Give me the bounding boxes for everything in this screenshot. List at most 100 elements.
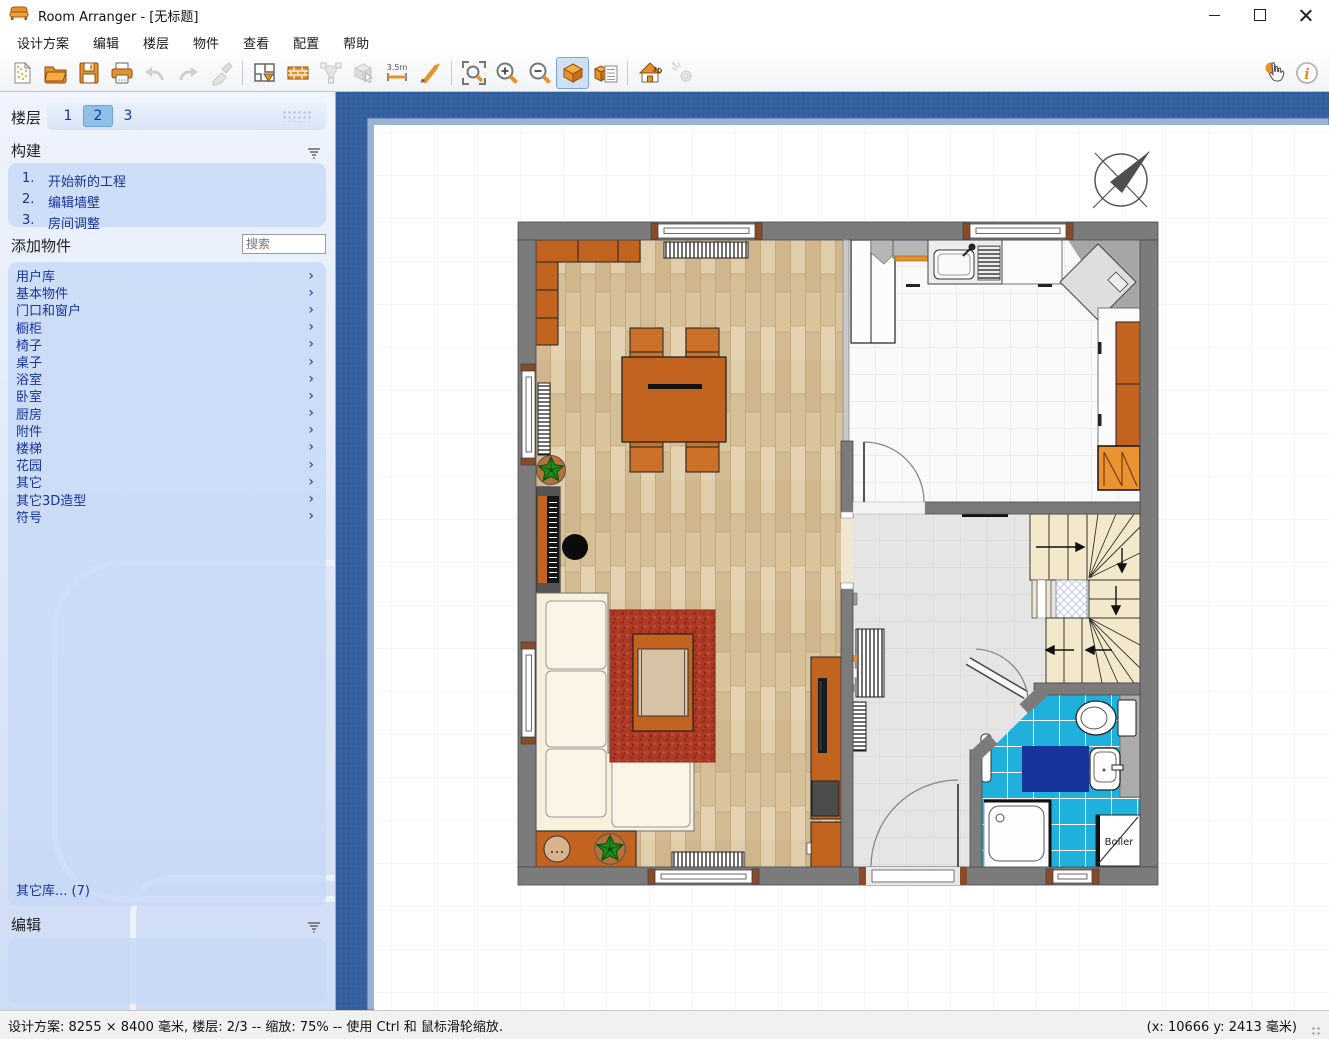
top-radiator[interactable] [664, 242, 748, 258]
close-icon [1300, 9, 1312, 21]
open-button[interactable] [39, 57, 72, 89]
category-item[interactable]: 用户库 [8, 267, 326, 284]
insert-object-button[interactable] [347, 57, 380, 89]
kitchen-sink[interactable] [928, 240, 1002, 284]
view-3d-button[interactable] [556, 57, 589, 89]
build-step-link[interactable]: 2. 编辑墙壁 [8, 191, 326, 212]
tv-cabinet[interactable] [807, 657, 841, 867]
category-item[interactable]: 符号 [8, 508, 326, 525]
edit-points-icon [318, 60, 344, 86]
minimize-button[interactable] [1191, 0, 1237, 30]
explode-view-button[interactable] [666, 57, 699, 89]
category-item[interactable]: 附件 [8, 422, 326, 439]
svg-text:3.5m: 3.5m [386, 63, 407, 72]
category-item[interactable]: 基本物件 [8, 284, 326, 301]
info-button[interactable]: i [1290, 57, 1323, 89]
resize-grip[interactable] [1311, 1026, 1321, 1036]
hall-radiator[interactable] [856, 629, 884, 697]
more-libraries-link[interactable]: 其它库... (7) [16, 880, 90, 899]
redo-button[interactable] [171, 57, 204, 89]
draw-pen-button[interactable] [413, 57, 446, 89]
measure-icon: 3.5m [384, 60, 410, 86]
category-item[interactable]: 椅子 [8, 336, 326, 353]
chevron-right-icon [308, 406, 314, 420]
wash-basin[interactable] [1090, 748, 1123, 790]
maximize-button[interactable] [1237, 0, 1283, 30]
zoom-fit-button[interactable] [457, 57, 490, 89]
format-brush-button[interactable] [204, 57, 237, 89]
category-item[interactable]: 其它 [8, 473, 326, 490]
zoom-in-button[interactable] [490, 57, 523, 89]
menu-item[interactable]: 楼层 [131, 30, 181, 55]
round-side-table[interactable] [562, 534, 588, 560]
edit-walls-button[interactable] [248, 57, 281, 89]
menu-item[interactable]: 编辑 [81, 30, 131, 55]
category-item[interactable]: 厨房 [8, 405, 326, 422]
floor-button[interactable]: 2 [83, 105, 113, 127]
new-design-button[interactable] [6, 57, 39, 89]
hall-ladder-shelf[interactable] [853, 702, 866, 751]
rug-and-coffee-table[interactable] [610, 610, 715, 762]
svg-text:i: i [1304, 65, 1310, 83]
fridge[interactable] [1098, 446, 1140, 490]
floor-button[interactable]: 1 [53, 105, 83, 127]
floor-plan-drawing[interactable]: Boiler [336, 92, 1329, 1010]
category-item[interactable]: 楼梯 [8, 439, 326, 456]
bookshelf[interactable] [537, 487, 560, 592]
undo-button[interactable] [138, 57, 171, 89]
explode-view-icon [670, 60, 696, 86]
canvas-viewport[interactable]: Boiler [336, 92, 1329, 1010]
undo-icon [142, 60, 168, 86]
category-item[interactable]: 浴室 [8, 370, 326, 387]
build-step-link[interactable]: 3. 房间调整 [8, 212, 326, 233]
chevron-right-icon [308, 320, 314, 334]
shower-tray[interactable] [984, 801, 1050, 867]
object-list-button[interactable] [589, 57, 622, 89]
potted-plant[interactable] [537, 456, 566, 485]
insert-object-icon [351, 60, 377, 86]
collapse-funnel-icon[interactable] [307, 918, 321, 937]
info-icon: i [1294, 60, 1320, 86]
bath-mat[interactable] [1022, 746, 1089, 792]
category-item[interactable]: 橱柜 [8, 319, 326, 336]
category-item[interactable]: 门口和窗户 [8, 301, 326, 318]
print-button[interactable] [105, 57, 138, 89]
collapse-funnel-icon[interactable] [307, 144, 321, 163]
draw-pen-icon [417, 60, 443, 86]
menu-item[interactable]: 帮助 [331, 30, 381, 55]
measure-button[interactable]: 3.5m [380, 57, 413, 89]
build-step-link[interactable]: 1. 开始新的工程 [8, 170, 326, 191]
close-button[interactable] [1283, 0, 1329, 30]
status-plan-info: 设计方案: 8255 × 8400 毫米, 楼层: 2/3 -- 缩放: 75%… [8, 1016, 503, 1035]
edit-points-button[interactable] [314, 57, 347, 89]
category-item[interactable]: 其它3D造型 [8, 490, 326, 507]
menu-item[interactable]: 设计方案 [5, 30, 81, 55]
boiler-label: Boiler [1105, 837, 1135, 848]
chevron-right-icon [308, 492, 314, 506]
wall-brick-button[interactable] [281, 57, 314, 89]
staircase[interactable] [1030, 514, 1140, 683]
zoom-in-icon [494, 60, 520, 86]
edit-panel [8, 938, 326, 1004]
minimize-icon [1209, 15, 1220, 16]
category-item[interactable]: 卧室 [8, 387, 326, 404]
chevron-right-icon [308, 355, 314, 369]
zoom-out-button[interactable] [523, 57, 556, 89]
potted-plant[interactable] [595, 834, 625, 864]
menu-item[interactable]: 物件 [181, 30, 231, 55]
floor-button[interactable]: 3 [113, 105, 143, 127]
toilet[interactable] [1076, 700, 1136, 736]
search-input[interactable] [242, 234, 326, 254]
bottom-radiator[interactable] [672, 852, 744, 867]
walkthrough-house-button[interactable]: 3D [633, 57, 666, 89]
chevron-right-icon [308, 458, 314, 472]
pointer-mode-button[interactable] [1257, 57, 1290, 89]
save-button[interactable] [72, 57, 105, 89]
menu-item[interactable]: 查看 [231, 30, 281, 55]
kitchen-right-cabinets[interactable] [1098, 308, 1140, 446]
category-item[interactable]: 花园 [8, 456, 326, 473]
menu-item[interactable]: 配置 [281, 30, 331, 55]
category-item[interactable]: 桌子 [8, 353, 326, 370]
left-radiator[interactable] [538, 383, 550, 455]
boiler[interactable]: Boiler [1096, 815, 1140, 866]
